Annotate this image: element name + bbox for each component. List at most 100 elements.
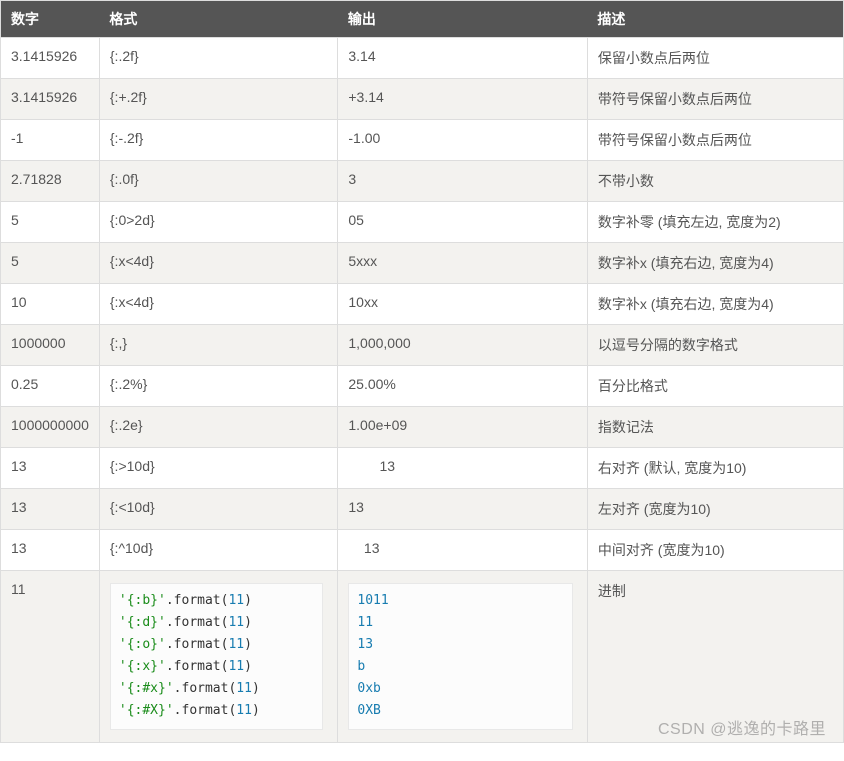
code-token-number: 11 [228, 615, 244, 630]
code-token-string: '{:#X}' [119, 703, 174, 718]
output-line: 11 [357, 612, 564, 634]
code-token-string: '{:#x}' [119, 681, 174, 696]
table-header-row: 数字 格式 输出 描述 [1, 1, 844, 38]
cell-output: 1,000,000 [338, 325, 588, 366]
cell-number: 3.1415926 [1, 38, 100, 79]
code-token-close: ) [244, 659, 252, 674]
table-row: 5{:0>2d}05数字补零 (填充左边, 宽度为2) [1, 202, 844, 243]
cell-format: {:.2f} [99, 38, 338, 79]
cell-output: 10xx [338, 284, 588, 325]
cell-output: -1.00 [338, 120, 588, 161]
output-line: 0xb [357, 678, 564, 700]
code-token-number: 11 [236, 703, 252, 718]
table-row: 0.25{:.2%}25.00%百分比格式 [1, 366, 844, 407]
cell-output: 5xxx [338, 243, 588, 284]
cell-number: 5 [1, 202, 100, 243]
code-token-close: ) [252, 681, 260, 696]
cell-description: 带符号保留小数点后两位 [587, 120, 843, 161]
cell-format: {:.2%} [99, 366, 338, 407]
cell-number: 3.1415926 [1, 79, 100, 120]
cell-number: -1 [1, 120, 100, 161]
cell-format: {:x<4d} [99, 284, 338, 325]
table-row: 2.71828{:.0f}3不带小数 [1, 161, 844, 202]
cell-format: {:.2e} [99, 407, 338, 448]
code-token-string: '{:o}' [119, 637, 166, 652]
code-token-close: ) [252, 703, 260, 718]
output-line: 13 [357, 634, 564, 656]
code-token-number: 11 [228, 593, 244, 608]
table-row: -1{:-.2f}-1.00带符号保留小数点后两位 [1, 120, 844, 161]
cell-description: 带符号保留小数点后两位 [587, 79, 843, 120]
code-token-close: ) [244, 615, 252, 630]
cell-number: 2.71828 [1, 161, 100, 202]
header-format: 格式 [99, 1, 338, 38]
code-line: '{:d}'.format(11) [119, 612, 315, 634]
output-code-block: 10111113b0xb0XB [348, 583, 573, 730]
code-token-close: ) [244, 637, 252, 652]
cell-description: 保留小数点后两位 [587, 38, 843, 79]
format-code-block: '{:b}'.format(11)'{:d}'.format(11)'{:o}'… [110, 583, 324, 730]
output-line: 0XB [357, 700, 564, 722]
cell-format: {:<10d} [99, 489, 338, 530]
table-row: 3.1415926{:+.2f}+3.14带符号保留小数点后两位 [1, 79, 844, 120]
cell-output-code: 10111113b0xb0XB [338, 571, 588, 743]
cell-output: 3.14 [338, 38, 588, 79]
code-token-number: 11 [228, 637, 244, 652]
code-line: '{:x}'.format(11) [119, 656, 315, 678]
cell-number: 1000000000 [1, 407, 100, 448]
cell-format: {:.0f} [99, 161, 338, 202]
cell-format: {:^10d} [99, 530, 338, 571]
code-token-fn: .format( [166, 615, 229, 630]
cell-description: 百分比格式 [587, 366, 843, 407]
table-row: 3.1415926{:.2f}3.14保留小数点后两位 [1, 38, 844, 79]
code-line: '{:#x}'.format(11) [119, 678, 315, 700]
cell-description: 进制 [587, 571, 843, 743]
code-token-number: 11 [236, 681, 252, 696]
code-token-fn: .format( [174, 703, 237, 718]
code-token-fn: .format( [166, 659, 229, 674]
cell-description: 数字补x (填充右边, 宽度为4) [587, 243, 843, 284]
cell-number: 5 [1, 243, 100, 284]
cell-number: 1000000 [1, 325, 100, 366]
code-line: '{:b}'.format(11) [119, 590, 315, 612]
output-line: b [357, 656, 564, 678]
cell-description: 左对齐 (宽度为10) [587, 489, 843, 530]
code-token-fn: .format( [174, 681, 237, 696]
table-row: 5{:x<4d}5xxx数字补x (填充右边, 宽度为4) [1, 243, 844, 284]
cell-description: 数字补零 (填充左边, 宽度为2) [587, 202, 843, 243]
table-row: 10{:x<4d}10xx数字补x (填充右边, 宽度为4) [1, 284, 844, 325]
cell-description: 以逗号分隔的数字格式 [587, 325, 843, 366]
table-row: 11'{:b}'.format(11)'{:d}'.format(11)'{:o… [1, 571, 844, 743]
cell-output: 13 [338, 489, 588, 530]
header-output: 输出 [338, 1, 588, 38]
cell-format: {:,} [99, 325, 338, 366]
cell-format: {:x<4d} [99, 243, 338, 284]
cell-format: {:+.2f} [99, 79, 338, 120]
code-token-fn: .format( [166, 593, 229, 608]
cell-output: 13 [338, 530, 588, 571]
cell-output: 25.00% [338, 366, 588, 407]
table-row: 13{:<10d}13左对齐 (宽度为10) [1, 489, 844, 530]
cell-output: 3 [338, 161, 588, 202]
code-token-string: '{:b}' [119, 593, 166, 608]
output-line: 1011 [357, 590, 564, 612]
table-row: 13{:^10d} 13中间对齐 (宽度为10) [1, 530, 844, 571]
cell-number: 13 [1, 530, 100, 571]
cell-format: {:0>2d} [99, 202, 338, 243]
cell-description: 右对齐 (默认, 宽度为10) [587, 448, 843, 489]
table-row: 1000000{:,}1,000,000以逗号分隔的数字格式 [1, 325, 844, 366]
cell-format-code: '{:b}'.format(11)'{:d}'.format(11)'{:o}'… [99, 571, 338, 743]
cell-format: {:>10d} [99, 448, 338, 489]
cell-description: 不带小数 [587, 161, 843, 202]
cell-description: 中间对齐 (宽度为10) [587, 530, 843, 571]
cell-number: 0.25 [1, 366, 100, 407]
cell-output: 05 [338, 202, 588, 243]
cell-number: 10 [1, 284, 100, 325]
cell-output: +3.14 [338, 79, 588, 120]
code-token-fn: .format( [166, 637, 229, 652]
cell-output: 1.00e+09 [338, 407, 588, 448]
header-description: 描述 [587, 1, 843, 38]
cell-description: 数字补x (填充右边, 宽度为4) [587, 284, 843, 325]
cell-output: 13 [338, 448, 588, 489]
header-number: 数字 [1, 1, 100, 38]
